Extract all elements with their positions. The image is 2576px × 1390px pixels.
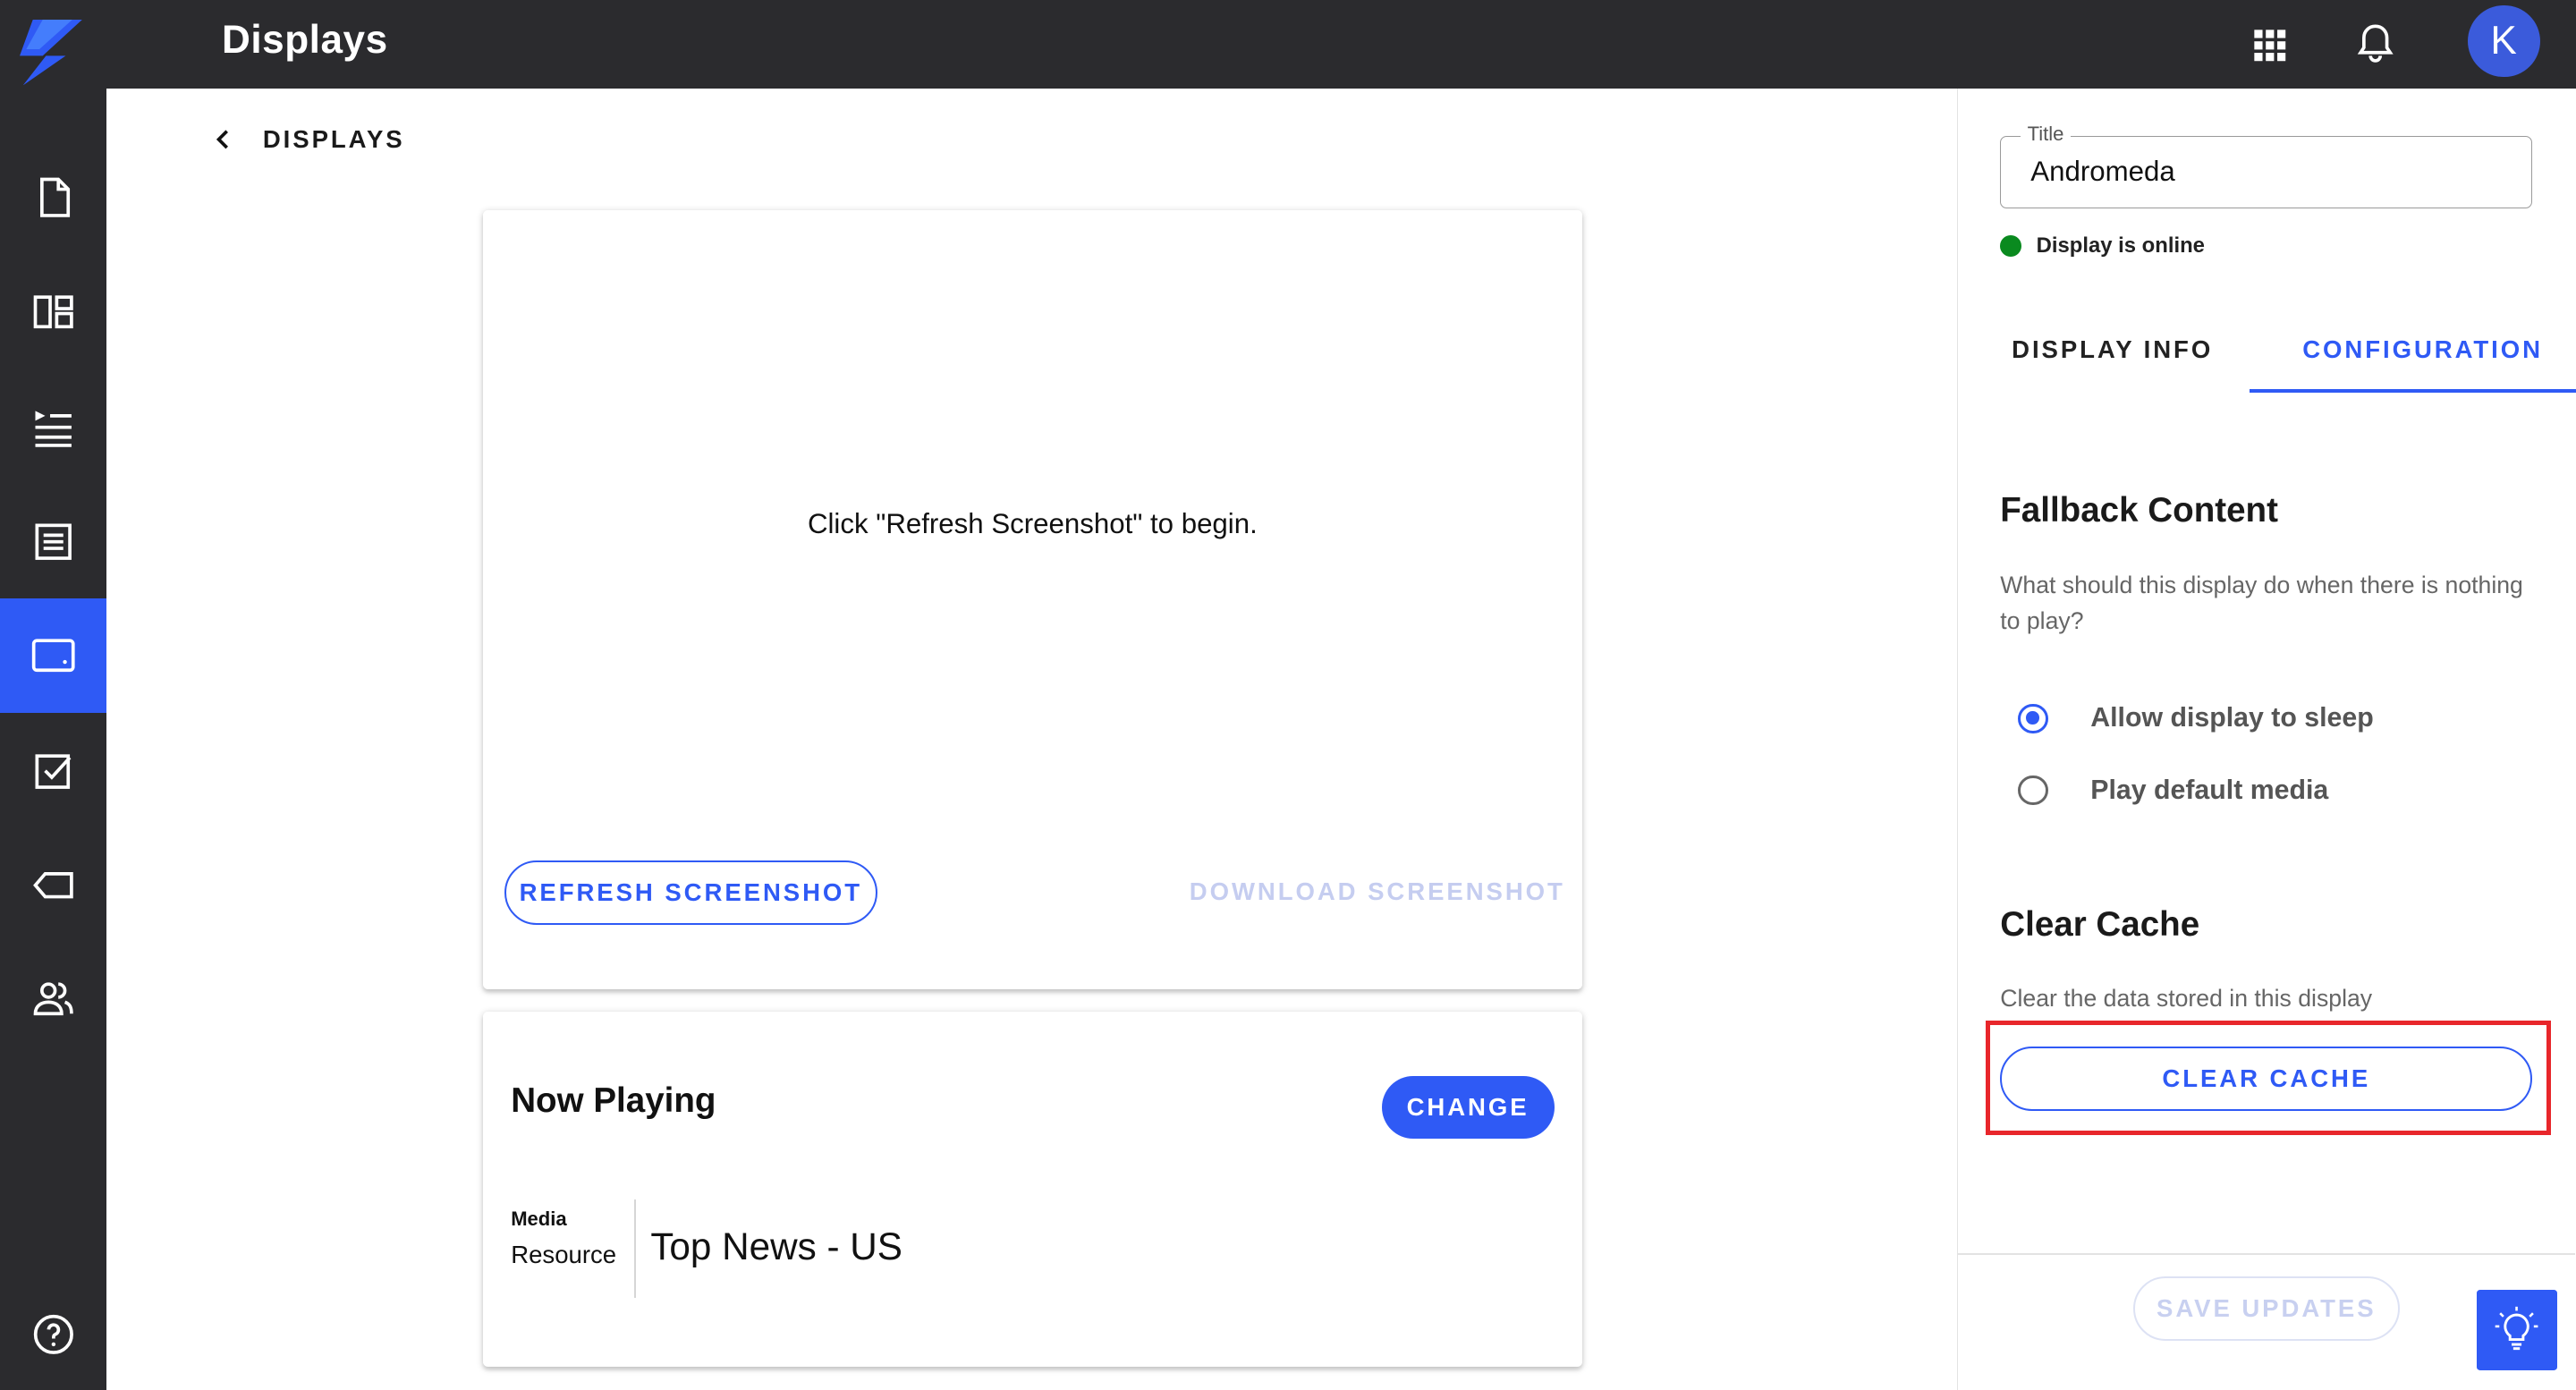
title-field[interactable]: Title [2000, 122, 2533, 209]
refresh-screenshot-button[interactable]: REFRESH SCREENSHOT [504, 860, 877, 926]
radio-allow-sleep[interactable]: Allow display to sleep [2018, 703, 2374, 733]
display-settings-panel: Title Display is online DISPLAY INFO CON… [1956, 89, 2576, 1390]
status-online-dot [2000, 234, 2022, 257]
screenshot-placeholder-text: Click "Refresh Screenshot" to begin. [807, 507, 1258, 539]
save-updates-button[interactable]: SAVE UPDATES [2133, 1276, 2400, 1341]
sidebar-item-documents[interactable] [0, 140, 106, 255]
sidebar-item-schedules[interactable] [0, 485, 106, 600]
sidebar [0, 89, 107, 1390]
top-bar: Displays K [0, 0, 2576, 89]
footer-divider [1957, 1253, 2576, 1256]
resource-label: Resource [511, 1240, 617, 1268]
apps-grid-icon[interactable] [2248, 23, 2291, 66]
download-screenshot-button[interactable]: DOWNLOAD SCREENSHOT [1190, 877, 1565, 906]
radio-checked-icon[interactable] [2018, 703, 2048, 733]
sidebar-item-displays[interactable] [0, 598, 107, 714]
tab-configuration[interactable]: CONFIGURATION [2302, 335, 2543, 364]
playlist-icon [35, 411, 72, 447]
change-button[interactable]: CHANGE [1381, 1076, 1555, 1139]
radio-unchecked-icon[interactable] [2018, 776, 2048, 806]
now-playing-value: Top News - US [650, 1225, 902, 1268]
user-avatar[interactable]: K [2467, 4, 2540, 78]
tab-display-info[interactable]: DISPLAY INFO [2012, 335, 2213, 364]
sidebar-item-users[interactable] [0, 941, 106, 1056]
sidebar-item-layouts[interactable] [0, 255, 106, 370]
clear-cache-heading: Clear Cache [2000, 905, 2200, 944]
tag-icon [33, 872, 73, 899]
radio-play-default-label: Play default media [2090, 775, 2329, 805]
list-box-icon [35, 523, 72, 561]
screenshot-card: Click "Refresh Screenshot" to begin. REF… [482, 210, 1582, 989]
divider [633, 1199, 636, 1298]
media-label: Media [511, 1207, 567, 1230]
notifications-bell-icon[interactable] [2352, 20, 2398, 65]
breadcrumb-label: DISPLAYS [262, 124, 405, 153]
active-tab-indicator [2250, 389, 2576, 393]
fallback-content-heading: Fallback Content [2000, 491, 2278, 530]
chevron-left-icon [216, 130, 228, 149]
app-logo-icon[interactable] [10, 20, 82, 86]
tips-button[interactable] [2476, 1289, 2557, 1370]
status-text: Display is online [2036, 233, 2205, 258]
highlight-box [1985, 1020, 2551, 1136]
clear-cache-description: Clear the data stored in this display [2000, 985, 2373, 1013]
file-icon [39, 177, 71, 217]
sidebar-item-playlists[interactable] [0, 369, 106, 485]
display-icon [31, 639, 75, 673]
help-button[interactable] [0, 1304, 106, 1363]
layout-icon [33, 295, 73, 329]
title-field-label: Title [2021, 122, 2071, 146]
checkbox-icon [35, 754, 72, 789]
sidebar-item-tasks[interactable] [0, 713, 106, 828]
fallback-content-description: What should this display do when there i… [2000, 571, 2523, 635]
back-to-displays-link[interactable]: DISPLAYS [214, 125, 405, 154]
users-icon [33, 982, 73, 1016]
now-playing-title: Now Playing [511, 1081, 716, 1120]
lightbulb-icon [2496, 1307, 2538, 1351]
sidebar-item-tags[interactable] [0, 828, 106, 944]
now-playing-card: Now Playing CHANGE Media Resource Top Ne… [482, 1012, 1582, 1368]
page-title: Displays [221, 18, 388, 63]
display-status: Display is online [2000, 233, 2205, 259]
help-icon [33, 1314, 73, 1354]
radio-allow-sleep-label: Allow display to sleep [2090, 703, 2374, 733]
radio-play-default-media[interactable]: Play default media [2018, 776, 2328, 806]
title-input[interactable] [2027, 153, 2511, 190]
